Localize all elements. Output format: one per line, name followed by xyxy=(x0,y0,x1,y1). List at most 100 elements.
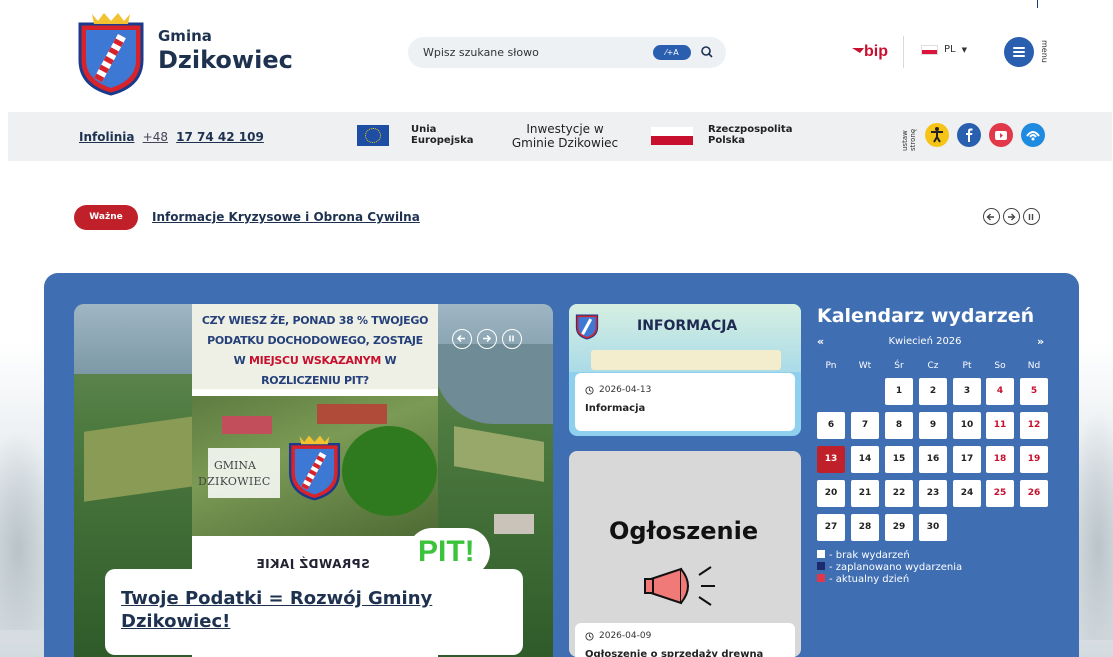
calendar-weekday: Nd xyxy=(1027,361,1041,371)
calendar-weekday: So xyxy=(994,361,1006,371)
calendar-day[interactable]: 18 xyxy=(986,446,1014,473)
calendar-day[interactable]: 4 xyxy=(986,378,1014,405)
coat-of-arms-logo[interactable] xyxy=(76,10,146,96)
eu-label[interactable]: Unia Europejska xyxy=(411,124,473,146)
calendar-weekday: Pn xyxy=(825,361,837,371)
page-settings-label[interactable]: ustaw stronę xyxy=(901,121,917,151)
news-card[interactable]: INFORMACJA 2026-04-13 Informacja xyxy=(569,304,801,436)
coat-of-arms-icon xyxy=(575,314,599,340)
news-card[interactable]: Ogłoszenie 2026-04-09 Ogłoszenie o sprze… xyxy=(569,451,801,657)
calendar-day[interactable]: 25 xyxy=(986,480,1014,507)
calendar-day[interactable]: 11 xyxy=(986,412,1014,439)
calendar-day[interactable]: 21 xyxy=(851,480,879,507)
calendar-day[interactable]: 30 xyxy=(919,514,947,541)
crisis-info-link[interactable]: Informacje Kryzysowe i Obrona Cywilna xyxy=(152,210,420,224)
slide-caption-link[interactable]: Twoje Podatki = Rozwój Gminy Dzikowiec! xyxy=(121,587,501,633)
poster-gmina-name: DZIKOWIEC xyxy=(198,475,271,488)
calendar-day[interactable]: 23 xyxy=(919,480,947,507)
legend-item: - zaplanowano wydarzenia xyxy=(817,562,962,573)
investments-line2: Gminie Dzikowiec xyxy=(511,136,619,150)
eu-label-line1: Unia xyxy=(411,124,437,135)
card-date: 2026-04-09 xyxy=(599,631,652,641)
gmina-label-box xyxy=(208,448,280,498)
hotline-number[interactable]: 17 74 42 109 xyxy=(176,130,264,144)
calendar-day[interactable]: 17 xyxy=(953,446,981,473)
calendar-weekday: Śr xyxy=(894,361,904,371)
poster-line: CZY WIESZ ŻE, PONAD 38 % TWOJEGO xyxy=(201,314,429,327)
language-selector[interactable]: PL ▼ xyxy=(921,44,967,55)
accessibility-icon[interactable] xyxy=(925,123,949,147)
calendar-day[interactable]: 16 xyxy=(919,446,947,473)
calendar-weekday: Pt xyxy=(962,361,972,371)
card-title[interactable]: Informacja xyxy=(585,403,645,414)
menu-label: menu xyxy=(1040,40,1049,63)
slider-next-icon[interactable] xyxy=(477,329,497,349)
calendar-day[interactable]: 3 xyxy=(953,378,981,405)
search-input[interactable]: Wpisz szukane słowo xyxy=(423,46,539,59)
calendar-day[interactable]: 24 xyxy=(953,480,981,507)
calendar-weekday: Cz xyxy=(927,361,939,371)
investments-line1: Inwestycje w xyxy=(526,122,604,136)
poster-line-part: W xyxy=(381,354,397,367)
calendar-day[interactable]: 6 xyxy=(817,412,845,439)
legend-label: - brak wydarzeń xyxy=(829,550,910,561)
slider-photo-field xyxy=(84,416,194,502)
search-bar[interactable]: Wpisz szukane słowo ⁄+A xyxy=(408,37,726,68)
youtube-icon[interactable] xyxy=(989,123,1013,147)
hotline[interactable]: Infolinia +48 17 74 42 109 xyxy=(79,130,264,144)
investments-link[interactable]: Inwestycje w Gminie Dzikowiec xyxy=(490,122,640,150)
card-title[interactable]: Ogłoszenie o sprzedaży drewna xyxy=(585,649,763,657)
next-arrow-icon[interactable] xyxy=(1003,208,1020,225)
pause-icon[interactable] xyxy=(1023,208,1040,225)
rp-label[interactable]: Rzeczpospolita Polska xyxy=(708,124,792,146)
calendar-day[interactable]: 5 xyxy=(1020,378,1048,405)
poland-flag-icon xyxy=(921,44,938,55)
calendar-day[interactable]: 22 xyxy=(885,480,913,507)
photo-roof xyxy=(222,416,272,434)
calendar-day[interactable]: 12 xyxy=(1020,412,1048,439)
hotline-prefix: +48 xyxy=(142,130,168,144)
calendar-day[interactable]: 26 xyxy=(1020,480,1048,507)
calendar-prev-button[interactable]: « xyxy=(817,335,824,348)
calendar-day[interactable]: 28 xyxy=(851,514,879,541)
calendar-day[interactable]: 9 xyxy=(919,412,947,439)
calendar-day[interactable]: 1 xyxy=(885,378,913,405)
calendar-day[interactable]: 27 xyxy=(817,514,845,541)
card-body: 2026-04-13 Informacja xyxy=(575,373,795,431)
megaphone-icon xyxy=(644,566,715,606)
legend-item: - aktualny dzień xyxy=(817,574,909,585)
calendar-day[interactable]: 19 xyxy=(1020,446,1048,473)
prev-arrow-icon[interactable] xyxy=(983,208,1000,225)
calendar-day[interactable]: 14 xyxy=(851,446,879,473)
rp-label-line2: Polska xyxy=(708,135,745,146)
calendar-day[interactable]: 8 xyxy=(885,412,913,439)
brand-name[interactable]: Dzikowiec xyxy=(158,46,293,74)
pit-text: PIT! xyxy=(418,535,475,568)
calendar-day[interactable]: 29 xyxy=(885,514,913,541)
calendar-day[interactable]: 15 xyxy=(885,446,913,473)
header-divider xyxy=(903,36,904,68)
poster-line: ROZLICZENIU PIT? xyxy=(261,374,369,387)
calendar-day[interactable]: 20 xyxy=(817,480,845,507)
card-body: 2026-04-09 Ogłoszenie o sprzedaży drewna xyxy=(575,623,795,657)
legend-label: - aktualny dzień xyxy=(829,574,910,585)
calendar-day[interactable]: 10 xyxy=(953,412,981,439)
poster-line-part: W xyxy=(233,354,249,367)
poster-line: PODATKU DOCHODOWEGO, ZOSTAJE xyxy=(207,334,423,347)
calendar-day[interactable]: 2 xyxy=(919,378,947,405)
slider-prev-icon[interactable] xyxy=(452,329,472,349)
calendar-day[interactable]: 7 xyxy=(851,412,879,439)
calendar-day[interactable]: 13 xyxy=(817,446,845,473)
search-icon[interactable] xyxy=(699,44,715,60)
slider-photo-field xyxy=(454,426,544,482)
slider-pause-icon[interactable] xyxy=(502,329,522,349)
calendar-next-button[interactable]: » xyxy=(1037,335,1044,348)
bip-link[interactable]: bip xyxy=(852,43,888,61)
search-mode-toggle[interactable]: ⁄+A xyxy=(653,45,691,60)
facebook-icon[interactable] xyxy=(957,123,981,147)
signal-icon[interactable] xyxy=(1021,123,1045,147)
menu-button[interactable] xyxy=(1004,37,1034,67)
photo-tree xyxy=(342,426,437,516)
poland-flag-icon xyxy=(651,127,693,145)
top-corner-decoration xyxy=(1037,0,1113,8)
